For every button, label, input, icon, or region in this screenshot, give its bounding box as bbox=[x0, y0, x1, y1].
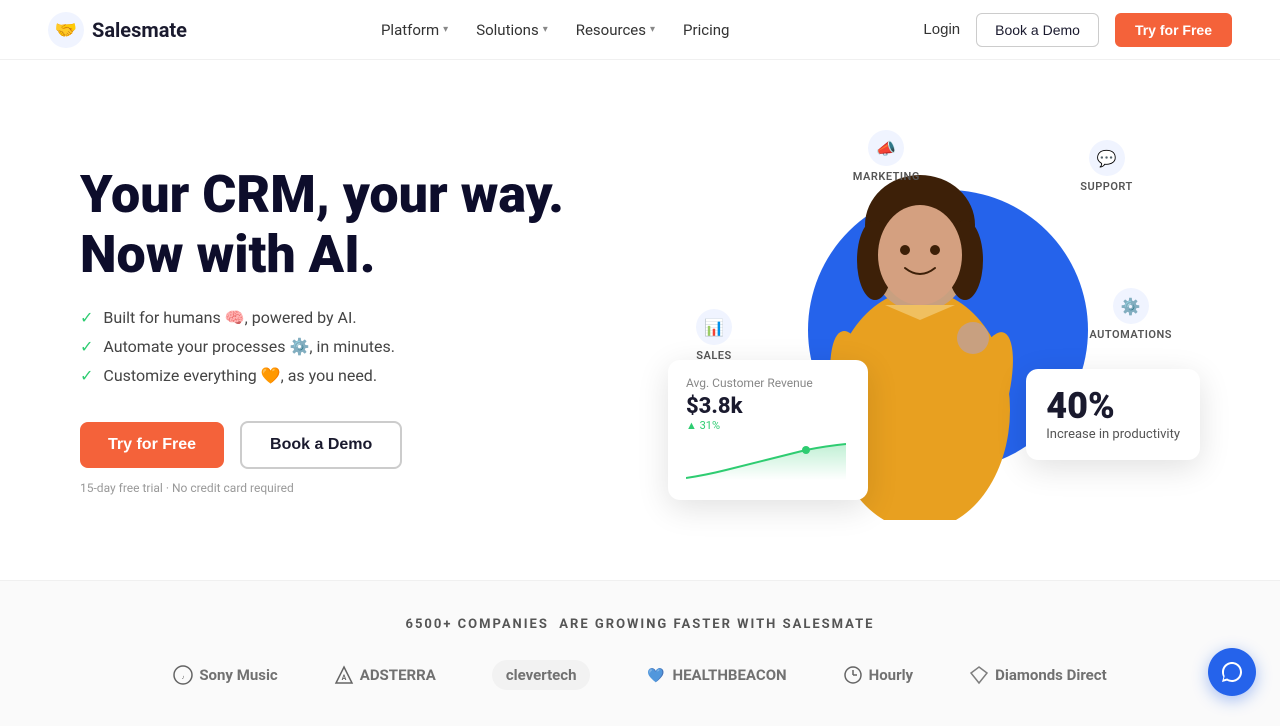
productivity-text: Increase in productivity bbox=[1046, 427, 1180, 444]
check-icon: ✓ bbox=[80, 337, 93, 356]
svg-text:🤝: 🤝 bbox=[55, 20, 77, 41]
brand-diamonds-direct: Diamonds Direct bbox=[969, 665, 1107, 685]
marketing-icon: 📣 bbox=[868, 130, 904, 166]
support-icon: 💬 bbox=[1089, 140, 1125, 176]
nav-platform[interactable]: Platform ▾ bbox=[381, 21, 448, 39]
automations-icon: ⚙️ bbox=[1113, 288, 1149, 324]
navbar: 🤝 Salesmate Platform ▾ Solutions ▾ Resou… bbox=[0, 0, 1280, 60]
brand-clevertech: clevertech bbox=[492, 660, 591, 690]
healthbeacon-icon: 💙 bbox=[646, 665, 666, 685]
hourly-icon bbox=[843, 665, 863, 685]
hero-section: Your CRM, your way. Now with AI. ✓ Built… bbox=[0, 60, 1280, 580]
revenue-card-title: Avg. Customer Revenue bbox=[686, 376, 850, 390]
logo[interactable]: 🤝 Salesmate bbox=[48, 12, 187, 48]
brand-sony: ♪ Sony Music bbox=[173, 665, 277, 685]
login-button[interactable]: Login bbox=[923, 21, 960, 38]
brands-row: ♪ Sony Music A ADSTERRA clevertech 💙 HEA… bbox=[48, 660, 1232, 690]
float-label-marketing: 📣 MARKETING bbox=[853, 130, 920, 183]
svg-text:♪: ♪ bbox=[182, 674, 185, 681]
hero-book-demo-button[interactable]: Book a Demo bbox=[240, 421, 402, 469]
brands-headline: 6500+ COMPANIES ARE GROWING FASTER WITH … bbox=[48, 617, 1232, 632]
hero-illustration: 📣 MARKETING 💬 SUPPORT 📊 SALES ⚙️ AUTOMAT… bbox=[640, 120, 1200, 540]
revenue-card: Avg. Customer Revenue $3.8k ▲ 31% bbox=[668, 360, 868, 500]
revenue-amount: $3.8k bbox=[686, 394, 850, 419]
logo-icon: 🤝 bbox=[48, 12, 84, 48]
adsterra-icon: A bbox=[334, 665, 354, 685]
float-label-sales: 📊 SALES bbox=[696, 309, 732, 362]
feature-1: ✓ Built for humans 🧠, powered by AI. bbox=[80, 308, 618, 327]
brand-hourly: Hourly bbox=[843, 665, 913, 685]
nav-actions: Login Book a Demo Try for Free bbox=[923, 13, 1232, 47]
sales-icon: 📊 bbox=[696, 309, 732, 345]
hero-disclaimer: 15-day free trial · No credit card requi… bbox=[80, 481, 618, 495]
nav-pricing[interactable]: Pricing bbox=[683, 21, 729, 39]
hero-title: Your CRM, your way. Now with AI. bbox=[80, 165, 618, 285]
nav-links: Platform ▾ Solutions ▾ Resources ▾ Prici… bbox=[381, 21, 729, 39]
check-icon: ✓ bbox=[80, 366, 93, 385]
productivity-card: 40% Increase in productivity bbox=[1026, 369, 1200, 460]
check-icon: ✓ bbox=[80, 308, 93, 327]
feature-2: ✓ Automate your processes ⚙️, in minutes… bbox=[80, 337, 618, 356]
revenue-badge: ▲ 31% bbox=[686, 419, 850, 432]
hero-buttons: Try for Free Book a Demo bbox=[80, 421, 618, 469]
revenue-chart bbox=[686, 440, 846, 480]
hero-try-free-button[interactable]: Try for Free bbox=[80, 422, 224, 468]
chevron-down-icon: ▾ bbox=[650, 24, 655, 35]
chat-bubble[interactable] bbox=[1208, 648, 1256, 696]
chat-icon bbox=[1220, 660, 1244, 684]
float-label-automations: ⚙️ AUTOMATIONS bbox=[1089, 288, 1172, 341]
logo-text: Salesmate bbox=[92, 18, 187, 42]
brand-adsterra: A ADSTERRA bbox=[334, 665, 436, 685]
svg-text:A: A bbox=[341, 674, 346, 682]
chevron-down-icon: ▾ bbox=[543, 24, 548, 35]
productivity-percentage: 40% bbox=[1046, 385, 1180, 427]
try-free-button[interactable]: Try for Free bbox=[1115, 13, 1232, 47]
float-label-support: 💬 SUPPORT bbox=[1080, 140, 1133, 193]
feature-3: ✓ Customize everything 🧡, as you need. bbox=[80, 366, 618, 385]
hero-left: Your CRM, your way. Now with AI. ✓ Built… bbox=[80, 165, 618, 496]
brand-healthbeacon: 💙 HEALTHBEACON bbox=[646, 665, 786, 685]
diamonds-icon bbox=[969, 665, 989, 685]
nav-solutions[interactable]: Solutions ▾ bbox=[476, 21, 548, 39]
book-demo-button[interactable]: Book a Demo bbox=[976, 13, 1099, 47]
hero-features: ✓ Built for humans 🧠, powered by AI. ✓ A… bbox=[80, 308, 618, 385]
brands-section: 6500+ COMPANIES ARE GROWING FASTER WITH … bbox=[0, 580, 1280, 726]
svg-text:💙: 💙 bbox=[648, 667, 666, 684]
chevron-down-icon: ▾ bbox=[443, 24, 448, 35]
nav-resources[interactable]: Resources ▾ bbox=[576, 21, 655, 39]
sony-icon: ♪ bbox=[173, 665, 193, 685]
